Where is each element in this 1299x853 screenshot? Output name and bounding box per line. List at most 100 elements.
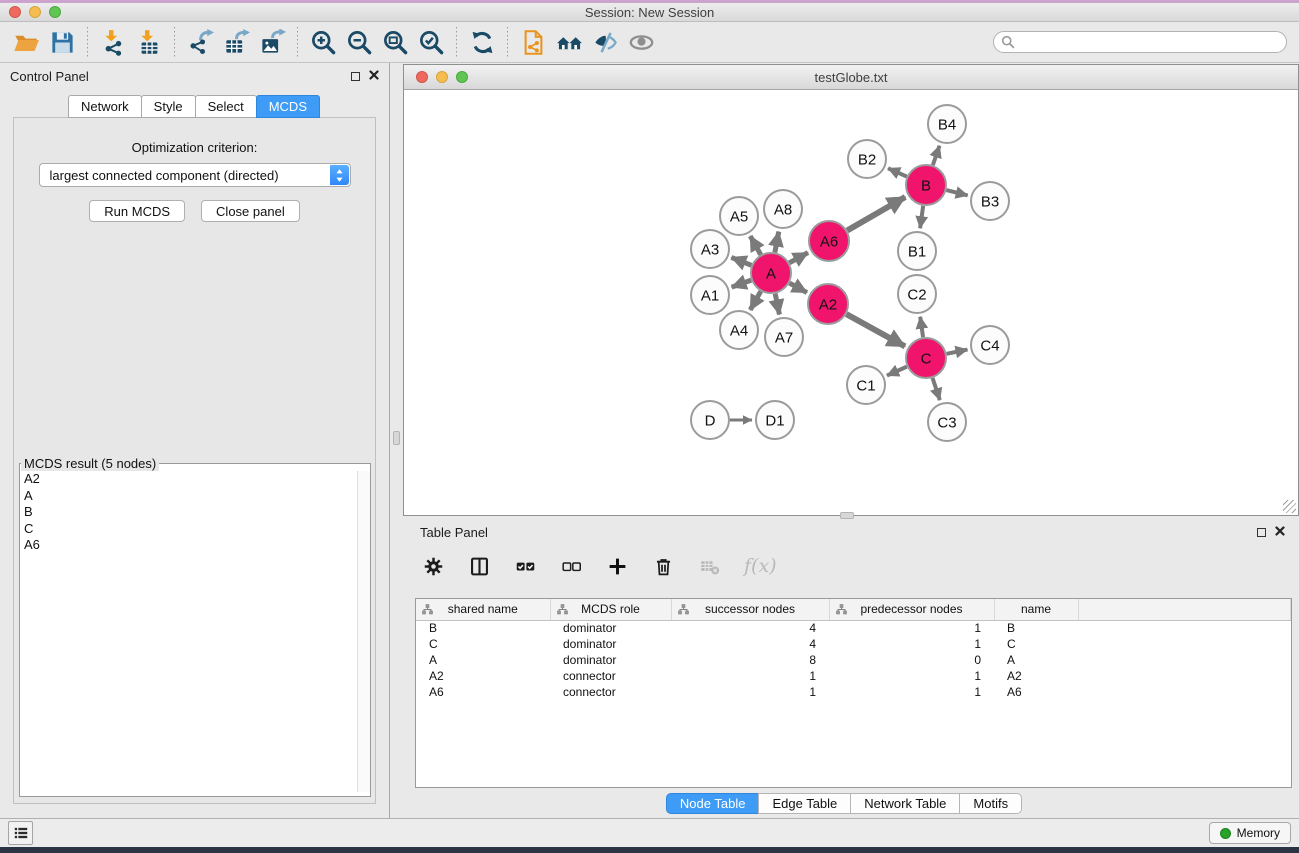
graph-edge-A-A2[interactable] <box>789 283 806 293</box>
graph-edge-A-A1[interactable] <box>732 280 752 287</box>
close-panel-button[interactable]: Close panel <box>201 200 300 222</box>
column-header-shared-name[interactable]: shared name <box>416 599 550 620</box>
graph-node-C1[interactable]: C1 <box>847 366 885 404</box>
graph-node-A2[interactable]: A2 <box>808 284 848 324</box>
import-network-icon[interactable] <box>95 25 131 59</box>
graph-edge-A-A3[interactable] <box>731 257 751 265</box>
gear-icon[interactable] <box>422 555 444 577</box>
save-session-icon[interactable] <box>44 25 80 59</box>
import-table-icon[interactable] <box>131 25 167 59</box>
mcds-result-item[interactable]: A <box>20 488 357 505</box>
splitter-handle-horizontal[interactable] <box>840 512 854 519</box>
open-session-icon[interactable] <box>8 25 44 59</box>
graph-edge-A-A7[interactable] <box>775 294 779 315</box>
select-all-icon[interactable] <box>514 555 536 577</box>
tab-motifs[interactable]: Motifs <box>959 793 1022 814</box>
graph-edge-B-B4[interactable] <box>933 146 940 165</box>
graph-edge-C-C1[interactable] <box>887 367 907 376</box>
graph-edge-C-C2[interactable] <box>920 317 923 337</box>
tab-network-table[interactable]: Network Table <box>850 793 960 814</box>
graph-node-A5[interactable]: A5 <box>720 197 758 235</box>
resize-grip[interactable] <box>1283 500 1296 513</box>
table-row[interactable]: A6connector11A6 <box>416 684 1291 700</box>
graph-node-D[interactable]: D <box>691 401 729 439</box>
result-scrollbar[interactable] <box>357 471 370 792</box>
tab-style[interactable]: Style <box>141 95 196 118</box>
home-networks-icon[interactable] <box>551 25 587 59</box>
graph-node-A8[interactable]: A8 <box>764 190 802 228</box>
graph-node-B[interactable]: B <box>906 165 946 205</box>
close-panel-icon[interactable] <box>369 67 379 85</box>
column-header-predecessor-nodes[interactable]: predecessor nodes <box>829 599 994 620</box>
graph-node-A1[interactable]: A1 <box>691 276 729 314</box>
splitter-handle-vertical[interactable] <box>393 431 400 445</box>
mcds-result-item[interactable]: A2 <box>20 471 357 488</box>
tab-edge-table[interactable]: Edge Table <box>758 793 851 814</box>
graph-edge-A-A5[interactable] <box>750 236 760 255</box>
graph-edge-A2-C[interactable] <box>846 314 905 346</box>
table-row[interactable]: Cdominator41C <box>416 636 1291 652</box>
tab-select[interactable]: Select <box>195 95 257 118</box>
add-row-icon[interactable] <box>606 555 628 577</box>
graph-edge-C-C3[interactable] <box>933 378 940 400</box>
zoom-fit-icon[interactable] <box>377 25 413 59</box>
task-history-button[interactable] <box>8 821 33 845</box>
zoom-in-icon[interactable] <box>305 25 341 59</box>
graph-edge-A-A8[interactable] <box>775 232 779 253</box>
graph-edge-B-B1[interactable] <box>920 206 923 228</box>
float-panel-icon[interactable] <box>351 72 360 81</box>
mcds-result-item[interactable]: B <box>20 504 357 521</box>
export-image-icon[interactable] <box>254 25 290 59</box>
network-canvas[interactable]: B4 B2 B B3 A8A5 A6 A3 B1 A C2 A1 A2 A4A7 C4 C C1 C3 D D1 <box>404 91 1298 515</box>
memory-button[interactable]: Memory <box>1209 822 1291 844</box>
mcds-result-item[interactable]: A6 <box>20 537 357 554</box>
graph-node-C3[interactable]: C3 <box>928 403 966 441</box>
tab-mcds[interactable]: MCDS <box>256 95 320 118</box>
column-header-name[interactable]: name <box>994 599 1078 620</box>
tree-icon <box>557 604 568 618</box>
graph-node-B2[interactable]: B2 <box>848 140 886 178</box>
graph-edge-B-B3[interactable] <box>946 190 967 195</box>
graph-node-D1[interactable]: D1 <box>756 401 794 439</box>
eye-icon[interactable] <box>623 25 659 59</box>
graph-edge-C-C4[interactable] <box>947 350 968 354</box>
export-network-icon[interactable] <box>182 25 218 59</box>
graph-edge-A6-B[interactable] <box>847 197 905 231</box>
float-panel-icon[interactable] <box>1257 528 1266 537</box>
graph-node-A[interactable]: A <box>751 253 791 293</box>
run-mcds-button[interactable]: Run MCDS <box>89 200 185 222</box>
graph-node-B3[interactable]: B3 <box>971 182 1009 220</box>
column-header-successor-nodes[interactable]: successor nodes <box>671 599 829 620</box>
table-row[interactable]: Bdominator41B <box>416 620 1291 636</box>
graph-node-A6[interactable]: A6 <box>809 221 849 261</box>
graph-node-B1[interactable]: B1 <box>898 232 936 270</box>
graph-node-C[interactable]: C <box>906 338 946 378</box>
deselect-all-icon[interactable] <box>560 555 582 577</box>
table-row[interactable]: A2connector11A2 <box>416 668 1291 684</box>
refresh-layout-icon[interactable] <box>464 25 500 59</box>
zoom-selected-icon[interactable] <box>413 25 449 59</box>
toggle-graphics-details-icon[interactable] <box>587 25 623 59</box>
graph-edge-B-B2[interactable] <box>888 168 907 176</box>
table-row[interactable]: Adominator80A <box>416 652 1291 668</box>
graph-node-C2[interactable]: C2 <box>898 275 936 313</box>
graph-node-B4[interactable]: B4 <box>928 105 966 143</box>
graph-node-C4[interactable]: C4 <box>971 326 1009 364</box>
network-document-icon[interactable] <box>515 25 551 59</box>
graph-node-A3[interactable]: A3 <box>691 230 729 268</box>
column-header-MCDS-role[interactable]: MCDS role <box>550 599 671 620</box>
graph-node-A4[interactable]: A4 <box>720 311 758 349</box>
close-panel-icon[interactable] <box>1275 523 1285 541</box>
mcds-result-item[interactable]: C <box>20 521 357 538</box>
graph-edge-A-A6[interactable] <box>789 253 808 263</box>
export-table-icon[interactable] <box>218 25 254 59</box>
tab-network[interactable]: Network <box>68 95 142 118</box>
tab-node-table[interactable]: Node Table <box>666 793 760 814</box>
columns-icon[interactable] <box>468 555 490 577</box>
criterion-select[interactable]: largest connected component (directed) <box>39 163 351 187</box>
zoom-out-icon[interactable] <box>341 25 377 59</box>
delete-row-icon[interactable] <box>652 555 674 577</box>
graph-node-A7[interactable]: A7 <box>765 318 803 356</box>
graph-edge-A-A4[interactable] <box>750 291 760 310</box>
search-input[interactable] <box>993 31 1287 53</box>
